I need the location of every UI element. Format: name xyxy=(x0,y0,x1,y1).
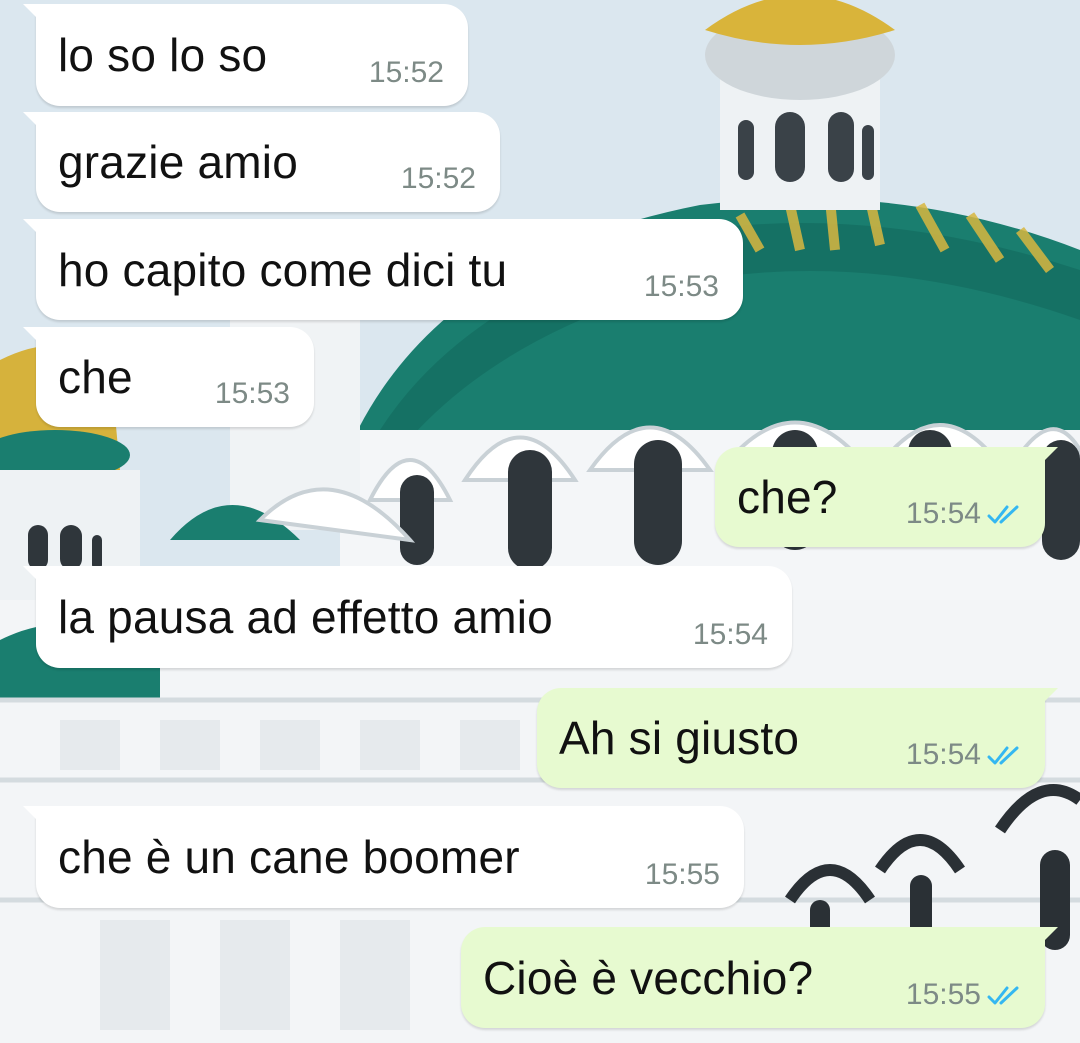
message-timestamp: 15:54 xyxy=(692,618,768,651)
message-text: grazie amio xyxy=(58,136,298,188)
message-bubble-outgoing[interactable]: Ah si giusto 15:54 xyxy=(537,688,1058,788)
message-bubble-incoming[interactable]: lo so lo so 15:52 xyxy=(23,4,468,106)
message-text: Ah si giusto xyxy=(559,712,800,764)
double-check-icon xyxy=(987,746,1019,765)
message-timestamp: 15:54 xyxy=(905,738,981,771)
message-bubble-incoming[interactable]: che è un cane boomer 15:55 xyxy=(23,806,744,908)
message-timestamp: 15:53 xyxy=(643,270,719,303)
message-text: la pausa ad effetto amio xyxy=(58,591,553,643)
message-bubble-outgoing[interactable]: Cioè è vecchio? 15:55 xyxy=(461,927,1058,1028)
message-text: ho capito come dici tu xyxy=(58,243,508,296)
message-text: Cioè è vecchio? xyxy=(483,951,814,1004)
double-check-icon xyxy=(987,986,1019,1005)
message-text: lo so lo so xyxy=(58,29,268,81)
message-timestamp: 15:52 xyxy=(368,56,444,89)
message-bubble-incoming[interactable]: che 15:53 xyxy=(23,327,314,427)
message-timestamp: 15:55 xyxy=(644,858,720,891)
chat-conversation[interactable]: lo so lo so 15:52 grazie amio 15:52 ho c… xyxy=(0,0,1080,1043)
message-timestamp: 15:53 xyxy=(214,377,290,410)
message-text: che? xyxy=(737,471,838,523)
message-bubble-incoming[interactable]: la pausa ad effetto amio 15:54 xyxy=(23,566,792,668)
message-bubble-incoming[interactable]: grazie amio 15:52 xyxy=(23,112,500,212)
message-timestamp: 15:54 xyxy=(905,497,981,530)
message-text: che è un cane boomer xyxy=(58,831,520,883)
double-check-icon xyxy=(987,505,1019,524)
message-text: che xyxy=(58,351,133,403)
message-timestamp: 15:55 xyxy=(905,978,981,1011)
message-bubble-outgoing[interactable]: che? 15:54 xyxy=(715,447,1058,547)
message-timestamp: 15:52 xyxy=(400,162,476,195)
message-bubble-incoming[interactable]: ho capito come dici tu 15:53 xyxy=(23,219,743,320)
